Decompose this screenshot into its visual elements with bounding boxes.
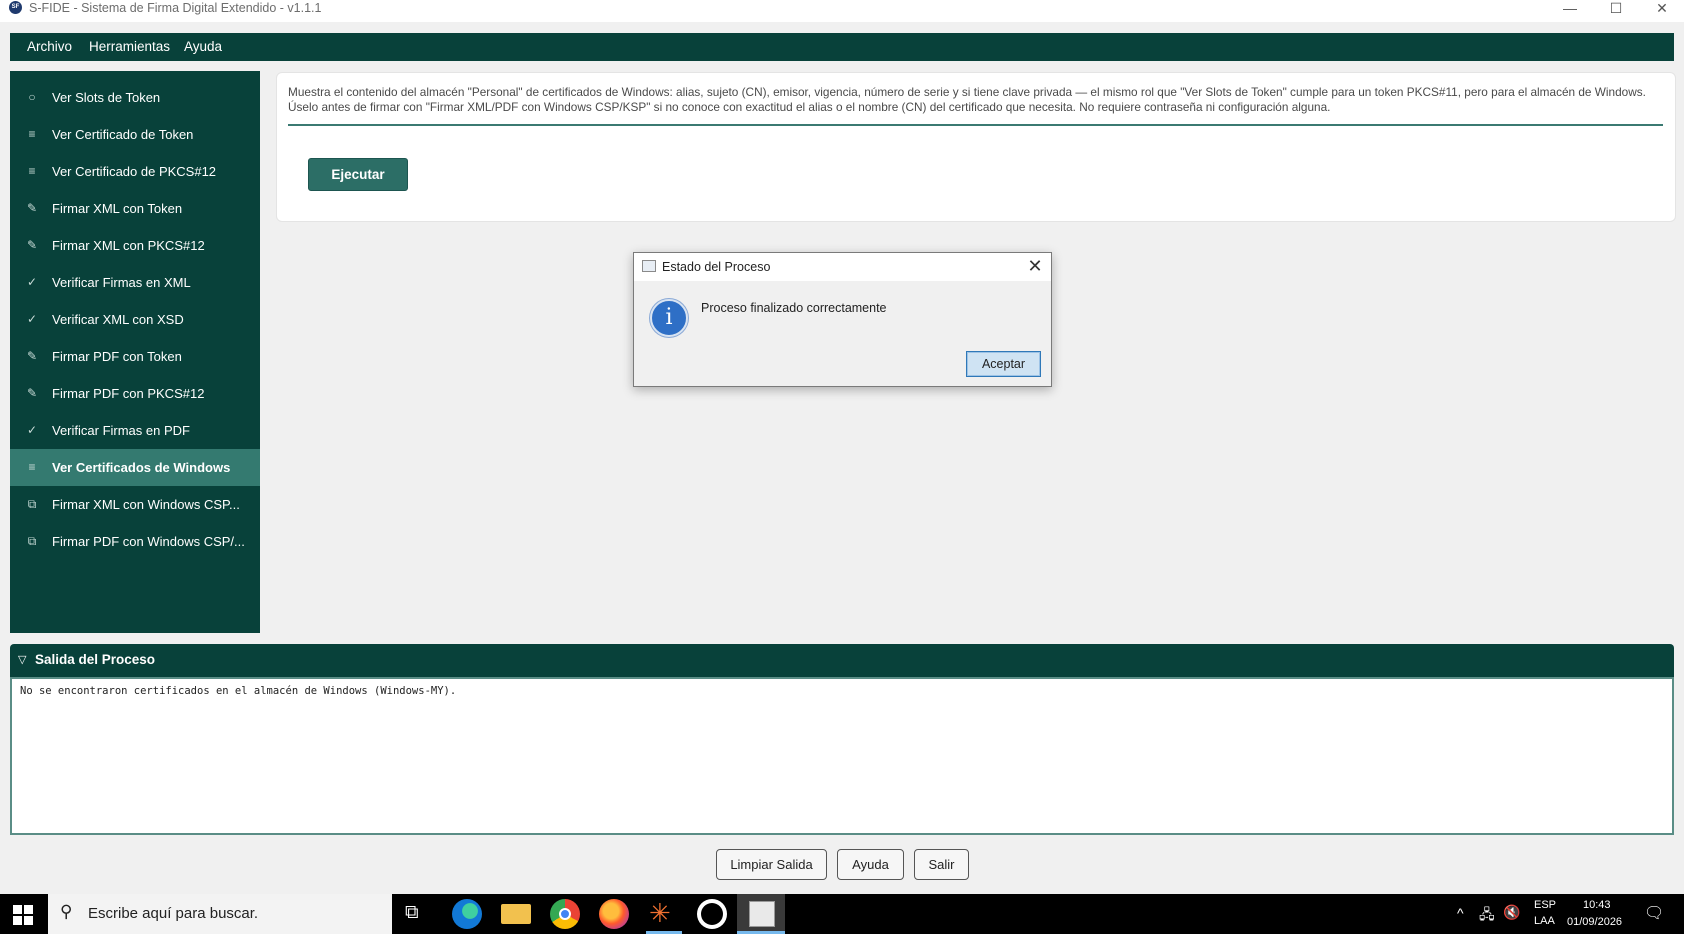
- pen-icon: ✎: [26, 386, 38, 400]
- sidebar-item-label: Firmar XML con Token: [52, 201, 183, 216]
- check-icon: ✓: [26, 312, 38, 326]
- sidebar-item-firmar-pdf-token[interactable]: ✎ Firmar PDF con Token: [10, 338, 260, 375]
- taskbar-search[interactable]: ⚲ Escribe aquí para buscar.: [48, 894, 392, 934]
- sidebar-item-label: Ver Certificados de Windows: [52, 460, 231, 475]
- sidebar-item-ver-slots-token[interactable]: ○ Ver Slots de Token: [10, 79, 260, 116]
- window-icon: ⧉: [27, 534, 37, 548]
- edge-icon[interactable]: [452, 899, 482, 929]
- sidebar-item-label: Firmar XML con Windows CSP...: [52, 497, 240, 512]
- claude-icon[interactable]: ✳: [649, 898, 671, 929]
- list-icon: ≡: [28, 164, 36, 178]
- chrome-icon[interactable]: [550, 899, 580, 929]
- sidebar-item-label: Verificar Firmas en XML: [52, 275, 191, 290]
- execute-button[interactable]: Ejecutar: [308, 158, 408, 191]
- sidebar-item-ver-certificado-token[interactable]: ≡ Ver Certificado de Token: [10, 116, 260, 153]
- sidebar-item-firmar-xml-token[interactable]: ✎ Firmar XML con Token: [10, 190, 260, 227]
- divider: [288, 124, 1663, 126]
- output-textarea[interactable]: No se encontraron certificados en el alm…: [10, 677, 1674, 835]
- sidebar-item-label: Firmar PDF con PKCS#12: [52, 386, 205, 401]
- app-logo-icon: SF: [9, 1, 22, 14]
- operation-panel: Muestra el contenido del almacén "Person…: [276, 72, 1676, 222]
- window-titlebar: SF S-FIDE - Sistema de Firma Digital Ext…: [0, 0, 1684, 22]
- list-icon: ≡: [28, 127, 36, 141]
- output-header[interactable]: ▽ Salida del Proceso: [10, 644, 1674, 677]
- clock-date[interactable]: 01/09/2026: [1567, 916, 1622, 928]
- close-window-button[interactable]: ✕: [1642, 0, 1682, 20]
- dialog-title: Estado del Proceso: [662, 260, 771, 274]
- sidebar-item-label: Ver Certificado de Token: [52, 127, 194, 142]
- collapse-chevron-icon: ▽: [18, 654, 27, 666]
- clock-time[interactable]: 10:43: [1583, 899, 1611, 911]
- output-title: Salida del Proceso: [35, 652, 156, 667]
- notifications-icon[interactable]: 🗨: [1644, 903, 1664, 923]
- sidebar-item-label: Verificar Firmas en PDF: [52, 423, 190, 438]
- menu-herramientas[interactable]: Herramientas: [89, 39, 170, 54]
- check-icon: ✓: [26, 423, 38, 437]
- volume-muted-icon[interactable]: 🔇: [1503, 904, 1520, 921]
- github-icon[interactable]: [697, 899, 727, 929]
- sfide-taskbar-app[interactable]: [737, 894, 785, 934]
- info-icon: i: [650, 299, 688, 337]
- window-title: S-FIDE - Sistema de Firma Digital Extend…: [29, 1, 322, 15]
- sidebar-item-label: Ver Certificado de PKCS#12: [52, 164, 217, 179]
- sidebar-item-label: Firmar XML con PKCS#12: [52, 238, 205, 253]
- sidebar-item-firmar-xml-pkcs12[interactable]: ✎ Firmar XML con PKCS#12: [10, 227, 260, 264]
- maximize-button[interactable]: ☐: [1596, 0, 1636, 20]
- status-dialog: Estado del Proceso ✕ i Proceso finalizad…: [633, 252, 1052, 387]
- network-icon[interactable]: 🖧: [1479, 904, 1495, 928]
- window-icon: ⧉: [27, 497, 37, 511]
- task-view-icon[interactable]: ⧉: [405, 902, 419, 924]
- operation-description: Muestra el contenido del almacén "Person…: [288, 85, 1668, 115]
- sidebar-item-label: Firmar PDF con Token: [52, 349, 182, 364]
- taskbar: ⚲ Escribe aquí para buscar. ⧉ ✳ ^ 🖧 🔇 ES…: [0, 894, 1684, 934]
- sfide-app-icon: [749, 901, 775, 927]
- sidebar-item-label: Ver Slots de Token: [52, 90, 161, 105]
- sidebar-item-ver-certificado-pkcs12[interactable]: ≡ Ver Certificado de PKCS#12: [10, 153, 260, 190]
- sidebar-item-firmar-pdf-windows-csp[interactable]: ⧉ Firmar PDF con Windows CSP/...: [10, 523, 260, 560]
- pen-icon: ✎: [26, 349, 38, 363]
- sidebar-item-label: Verificar XML con XSD: [52, 312, 184, 327]
- sidebar-item-verificar-firmas-pdf[interactable]: ✓ Verificar Firmas en PDF: [10, 412, 260, 449]
- list-icon: ≡: [28, 460, 36, 474]
- menu-ayuda[interactable]: Ayuda: [184, 39, 222, 54]
- language-bottom[interactable]: LAA: [1534, 915, 1555, 927]
- description-line: Úselo antes de firmar con "Firmar XML/PD…: [288, 100, 1331, 114]
- circle-icon: ○: [28, 90, 36, 104]
- search-icon: ⚲: [60, 902, 73, 921]
- sidebar-item-verificar-firmas-xml[interactable]: ✓ Verificar Firmas en XML: [10, 264, 260, 301]
- firefox-icon[interactable]: [599, 899, 629, 929]
- clear-output-button[interactable]: Limpiar Salida: [716, 849, 827, 880]
- file-explorer-icon[interactable]: [501, 904, 531, 924]
- menu-bar: Archivo Herramientas Ayuda: [10, 33, 1674, 61]
- tray-expand-icon[interactable]: ^: [1457, 905, 1464, 921]
- menu-archivo[interactable]: Archivo: [27, 39, 72, 54]
- sidebar-item-verificar-xml-xsd[interactable]: ✓ Verificar XML con XSD: [10, 301, 260, 338]
- sidebar-item-firmar-pdf-pkcs12[interactable]: ✎ Firmar PDF con PKCS#12: [10, 375, 260, 412]
- search-placeholder: Escribe aquí para buscar.: [88, 905, 259, 922]
- sidebar: ○ Ver Slots de Token ≡ Ver Certificado d…: [10, 71, 260, 633]
- pen-icon: ✎: [26, 201, 38, 215]
- sidebar-item-label: Firmar PDF con Windows CSP/...: [52, 534, 245, 549]
- dialog-close-button[interactable]: ✕: [1025, 255, 1045, 277]
- exit-button[interactable]: Salir: [914, 849, 969, 880]
- output-text: No se encontraron certificados en el alm…: [20, 685, 457, 697]
- language-top[interactable]: ESP: [1534, 899, 1556, 911]
- pen-icon: ✎: [26, 238, 38, 252]
- check-icon: ✓: [26, 275, 38, 289]
- dialog-message: Proceso finalizado correctamente: [701, 301, 887, 315]
- minimize-button[interactable]: —: [1550, 0, 1590, 20]
- accept-button[interactable]: Aceptar: [966, 351, 1041, 377]
- windows-start-icon[interactable]: [13, 905, 33, 925]
- help-button[interactable]: Ayuda: [837, 849, 904, 880]
- sidebar-item-ver-certificados-windows[interactable]: ≡ Ver Certificados de Windows: [10, 449, 260, 486]
- description-line: Muestra el contenido del almacén "Person…: [288, 85, 1646, 99]
- dialog-window-icon: [642, 260, 656, 272]
- sidebar-item-firmar-xml-windows-csp[interactable]: ⧉ Firmar XML con Windows CSP...: [10, 486, 260, 523]
- dialog-titlebar: Estado del Proceso ✕: [634, 253, 1051, 281]
